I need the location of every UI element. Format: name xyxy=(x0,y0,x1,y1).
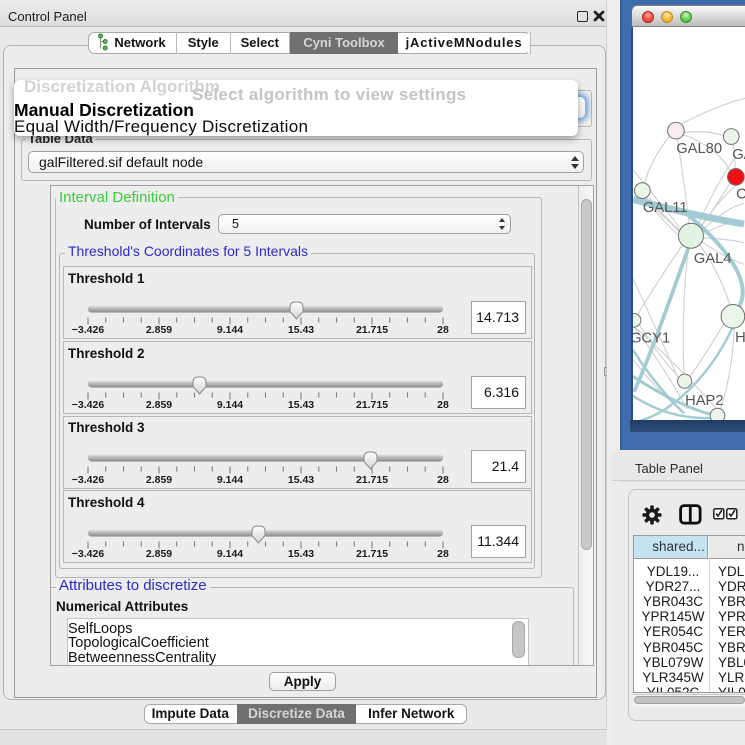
svg-text:GCY1: GCY1 xyxy=(631,330,670,346)
svg-text:GAL11: GAL11 xyxy=(643,200,688,216)
svg-text:GAL80: GAL80 xyxy=(676,141,722,157)
svg-text:C: C xyxy=(736,186,745,202)
svg-text:GAL4: GAL4 xyxy=(694,251,732,267)
svg-text:GA: GA xyxy=(732,147,745,163)
svg-text:H: H xyxy=(735,330,745,346)
svg-text:HAP2: HAP2 xyxy=(685,393,723,409)
